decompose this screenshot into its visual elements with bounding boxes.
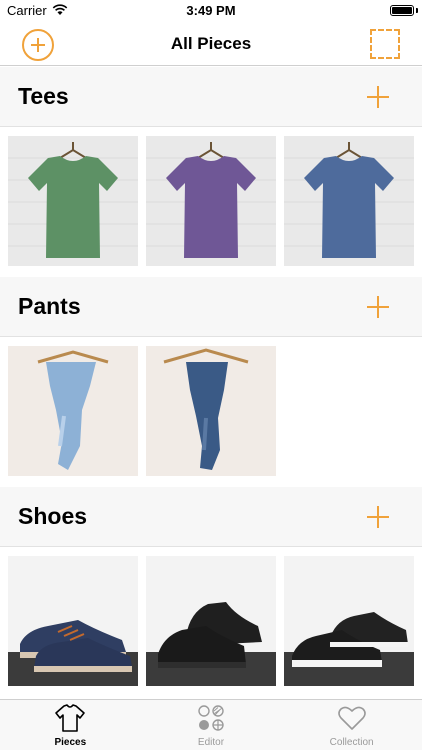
editor-grid-icon xyxy=(198,705,224,731)
piece-tile-purple-tee[interactable] xyxy=(146,136,276,266)
piece-tile-navy-sneakers[interactable] xyxy=(8,556,138,686)
section-header-pants: Pants xyxy=(0,277,422,337)
piece-tile-black-high-tops[interactable] xyxy=(146,556,276,686)
section-header-shoes: Shoes xyxy=(0,487,422,547)
tab-label: Editor xyxy=(197,737,225,748)
piece-tile-black-sneakers[interactable] xyxy=(284,556,414,686)
piece-tile-blue-tee[interactable] xyxy=(284,136,414,266)
pieces-list[interactable]: Tees Pants Shoes xyxy=(0,67,422,699)
piece-tile-green-tee[interactable] xyxy=(8,136,138,266)
piece-tile-dark-jeans[interactable] xyxy=(146,346,276,476)
navigation-bar: All Pieces xyxy=(0,22,422,66)
tab-label: Collection xyxy=(329,737,374,748)
status-bar: Carrier 3:49 PM xyxy=(0,0,422,22)
section-title: Shoes xyxy=(18,503,88,529)
shoes-grid xyxy=(0,547,422,697)
add-pants-button[interactable] xyxy=(367,296,389,318)
add-shoes-button[interactable] xyxy=(367,506,389,528)
section-title: Tees xyxy=(18,83,69,109)
tab-editor[interactable]: Editor xyxy=(141,700,282,750)
page-title: All Pieces xyxy=(170,34,252,53)
add-tee-button[interactable] xyxy=(367,86,389,108)
battery-tip xyxy=(416,8,418,13)
section-header-tees: Tees xyxy=(0,67,422,127)
section-title: Pants xyxy=(18,293,81,319)
pants-grid xyxy=(0,337,422,487)
tees-grid xyxy=(0,127,422,277)
select-button[interactable] xyxy=(370,29,400,59)
tab-collection[interactable]: Collection xyxy=(281,700,422,750)
clock: 3:49 PM xyxy=(186,3,236,18)
heart-icon xyxy=(337,706,366,730)
tab-bar: Pieces Editor Collection xyxy=(0,699,422,750)
piece-tile-light-jeans[interactable] xyxy=(8,346,138,476)
tshirt-icon xyxy=(55,704,86,732)
tab-label: Pieces xyxy=(54,737,87,748)
battery-icon xyxy=(390,5,414,16)
tab-pieces[interactable]: Pieces xyxy=(0,700,141,750)
